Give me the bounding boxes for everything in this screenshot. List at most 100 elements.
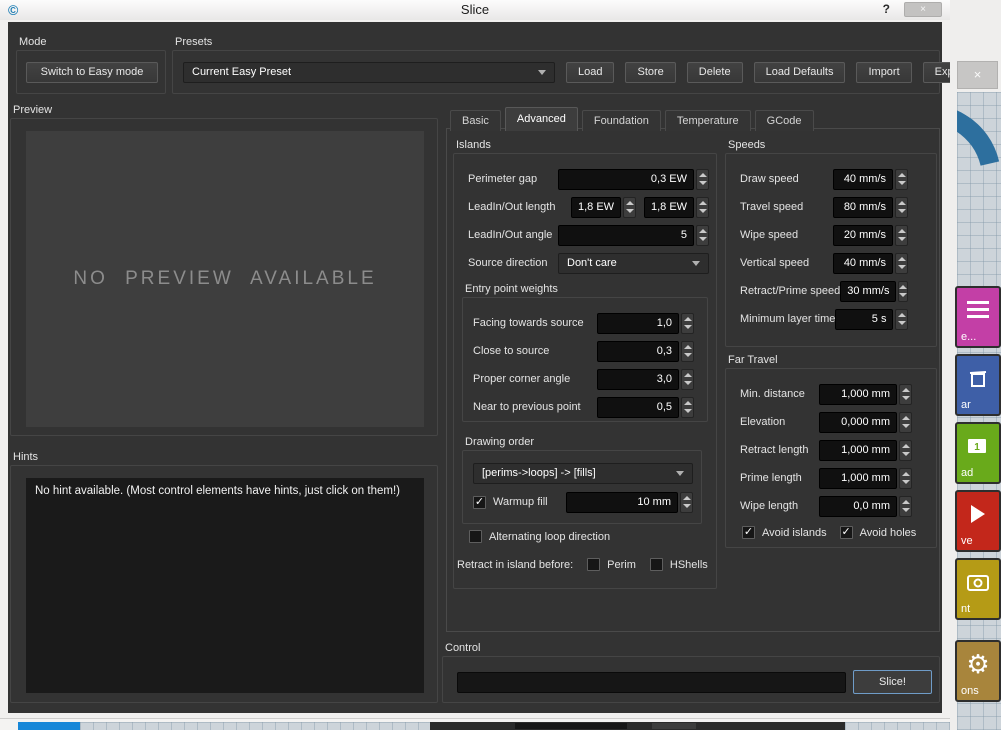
- leadin-length-input[interactable]: 1,8 EW: [571, 197, 621, 218]
- prime-length-input[interactable]: 1,000 mm: [819, 468, 897, 489]
- preset-select[interactable]: Current Easy Preset: [183, 62, 555, 83]
- bottom-toolbar: [430, 722, 845, 730]
- titlebar[interactable]: © Slice ? ×: [0, 0, 950, 20]
- retract-hshells-label: HShells: [670, 559, 708, 571]
- toolbar-button-slice[interactable]: e...: [955, 286, 1001, 348]
- corner-angle-input[interactable]: 3,0: [597, 369, 679, 390]
- min-layer-time-input[interactable]: 5 s: [835, 309, 893, 330]
- min-distance-input[interactable]: 1,000 mm: [819, 384, 897, 405]
- elevation-input[interactable]: 0,000 mm: [819, 412, 897, 433]
- tab-foundation[interactable]: Foundation: [582, 110, 661, 131]
- slice-lines-icon: [961, 295, 995, 325]
- chevron-down-icon: [692, 261, 700, 266]
- spinner-buttons[interactable]: [895, 169, 908, 190]
- retract-before-label: Retract in island before:: [457, 559, 573, 571]
- tab-temperature[interactable]: Temperature: [665, 110, 751, 131]
- retract-prime-speed-input[interactable]: 30 mm/s: [840, 281, 896, 302]
- spinner-buttons[interactable]: [623, 197, 636, 218]
- perimeter-gap-input[interactable]: 0,3 EW: [558, 169, 694, 190]
- spinner-buttons[interactable]: [681, 341, 694, 362]
- travel-speed-input[interactable]: 80 mm/s: [833, 197, 893, 218]
- spinner-buttons[interactable]: [895, 197, 908, 218]
- warmup-fill-checkbox[interactable]: ✓: [473, 496, 486, 509]
- switch-easy-mode-button[interactable]: Switch to Easy mode: [26, 62, 158, 83]
- field-row: Vertical speed 40 mm/s: [740, 252, 908, 274]
- delete-button[interactable]: Delete: [687, 62, 743, 83]
- load-button[interactable]: Load: [566, 62, 614, 83]
- toolbar-button-save[interactable]: ve: [955, 490, 1001, 552]
- spinner-buttons[interactable]: [895, 253, 908, 274]
- draw-speed-label: Draw speed: [740, 173, 833, 185]
- spinner-buttons[interactable]: [899, 384, 912, 405]
- import-button[interactable]: Import: [856, 62, 911, 83]
- vertical-speed-label: Vertical speed: [740, 257, 833, 269]
- retract-length-input[interactable]: 1,000 mm: [819, 440, 897, 461]
- facing-source-label: Facing towards source: [473, 317, 597, 329]
- spinner-buttons[interactable]: [696, 197, 709, 218]
- wipe-length-input[interactable]: 0,0 mm: [819, 496, 897, 517]
- spinner-buttons[interactable]: [899, 412, 912, 433]
- wipe-speed-input[interactable]: 20 mm/s: [833, 225, 893, 246]
- spinner-buttons[interactable]: [696, 169, 709, 190]
- facing-source-input[interactable]: 1,0: [597, 313, 679, 334]
- craftware-logo-icon: [957, 92, 1001, 280]
- toolbar-button-clear[interactable]: ar: [955, 354, 1001, 416]
- entry-weights-group: Entry point weights Facing towards sourc…: [462, 297, 708, 422]
- leadinout-angle-input[interactable]: 5: [558, 225, 694, 246]
- spinner-buttons[interactable]: [895, 225, 908, 246]
- presets-group-label: Presets: [175, 36, 212, 48]
- near-previous-input[interactable]: 0,5: [597, 397, 679, 418]
- spinner-buttons[interactable]: [681, 397, 694, 418]
- retract-prime-speed-label: Retract/Prime speed: [740, 285, 840, 297]
- svg-text:1: 1: [974, 442, 980, 453]
- spinner-buttons[interactable]: [681, 313, 694, 334]
- avoid-islands-checkbox[interactable]: ✓: [742, 526, 755, 539]
- spinner-buttons[interactable]: [680, 492, 693, 513]
- viewport-sliver-left: [80, 722, 430, 730]
- toolbar-button-print[interactable]: nt: [955, 558, 1001, 620]
- dialog-content: Mode Switch to Easy mode Presets Current…: [8, 22, 942, 713]
- leadout-length-input[interactable]: 1,8 EW: [644, 197, 694, 218]
- tab-basic[interactable]: Basic: [450, 110, 501, 131]
- control-group: Control Slice!: [442, 656, 940, 703]
- draw-speed-input[interactable]: 40 mm/s: [833, 169, 893, 190]
- drawing-order-select[interactable]: [perims->loops] -> [fills]: [473, 463, 693, 484]
- toolbar-button-load[interactable]: 1 ad: [955, 422, 1001, 484]
- warmup-fill-input[interactable]: 10 mm: [566, 492, 678, 513]
- help-button[interactable]: ?: [883, 2, 890, 16]
- panel-close-button[interactable]: ×: [957, 61, 998, 89]
- load-defaults-button[interactable]: Load Defaults: [754, 62, 846, 83]
- slice-button[interactable]: Slice!: [853, 670, 932, 694]
- far-travel-group-label: Far Travel: [728, 354, 778, 366]
- toolbar-button-options[interactable]: ⚙ ons: [955, 640, 1001, 702]
- drawing-order-label: Drawing order: [465, 436, 534, 448]
- spinner-buttons[interactable]: [899, 468, 912, 489]
- avoid-holes-checkbox[interactable]: ✓: [840, 526, 853, 539]
- spinner-buttons[interactable]: [898, 281, 908, 302]
- spinner-buttons[interactable]: [899, 440, 912, 461]
- islands-group-label: Islands: [456, 139, 491, 151]
- spinner-buttons[interactable]: [895, 309, 908, 330]
- tab-advanced[interactable]: Advanced: [505, 107, 578, 131]
- store-button[interactable]: Store: [625, 62, 675, 83]
- play-icon: [961, 499, 995, 529]
- hint-text: No hint available. (Most control element…: [35, 485, 400, 497]
- islands-group: Islands Perimeter gap 0,3 EW LeadIn/Out …: [453, 153, 717, 589]
- source-direction-select[interactable]: Don't care: [558, 253, 709, 274]
- close-source-input[interactable]: 0,3: [597, 341, 679, 362]
- bottom-toolbar-control: [652, 723, 696, 729]
- retract-hshells-checkbox[interactable]: [650, 558, 663, 571]
- travel-speed-label: Travel speed: [740, 201, 833, 213]
- spinner-buttons[interactable]: [696, 225, 709, 246]
- spinner-buttons[interactable]: [681, 369, 694, 390]
- alternating-loop-row: Alternating loop direction: [469, 530, 610, 543]
- alternating-loop-checkbox[interactable]: [469, 530, 482, 543]
- tab-gcode[interactable]: GCode: [755, 110, 814, 131]
- camera-icon: [961, 567, 995, 597]
- spinner-buttons[interactable]: [899, 496, 912, 517]
- close-button[interactable]: ×: [904, 2, 942, 17]
- bottom-blue-button[interactable]: [18, 722, 80, 730]
- retract-perim-checkbox[interactable]: [587, 558, 600, 571]
- vertical-speed-input[interactable]: 40 mm/s: [833, 253, 893, 274]
- toolbar-label: ad: [961, 467, 973, 479]
